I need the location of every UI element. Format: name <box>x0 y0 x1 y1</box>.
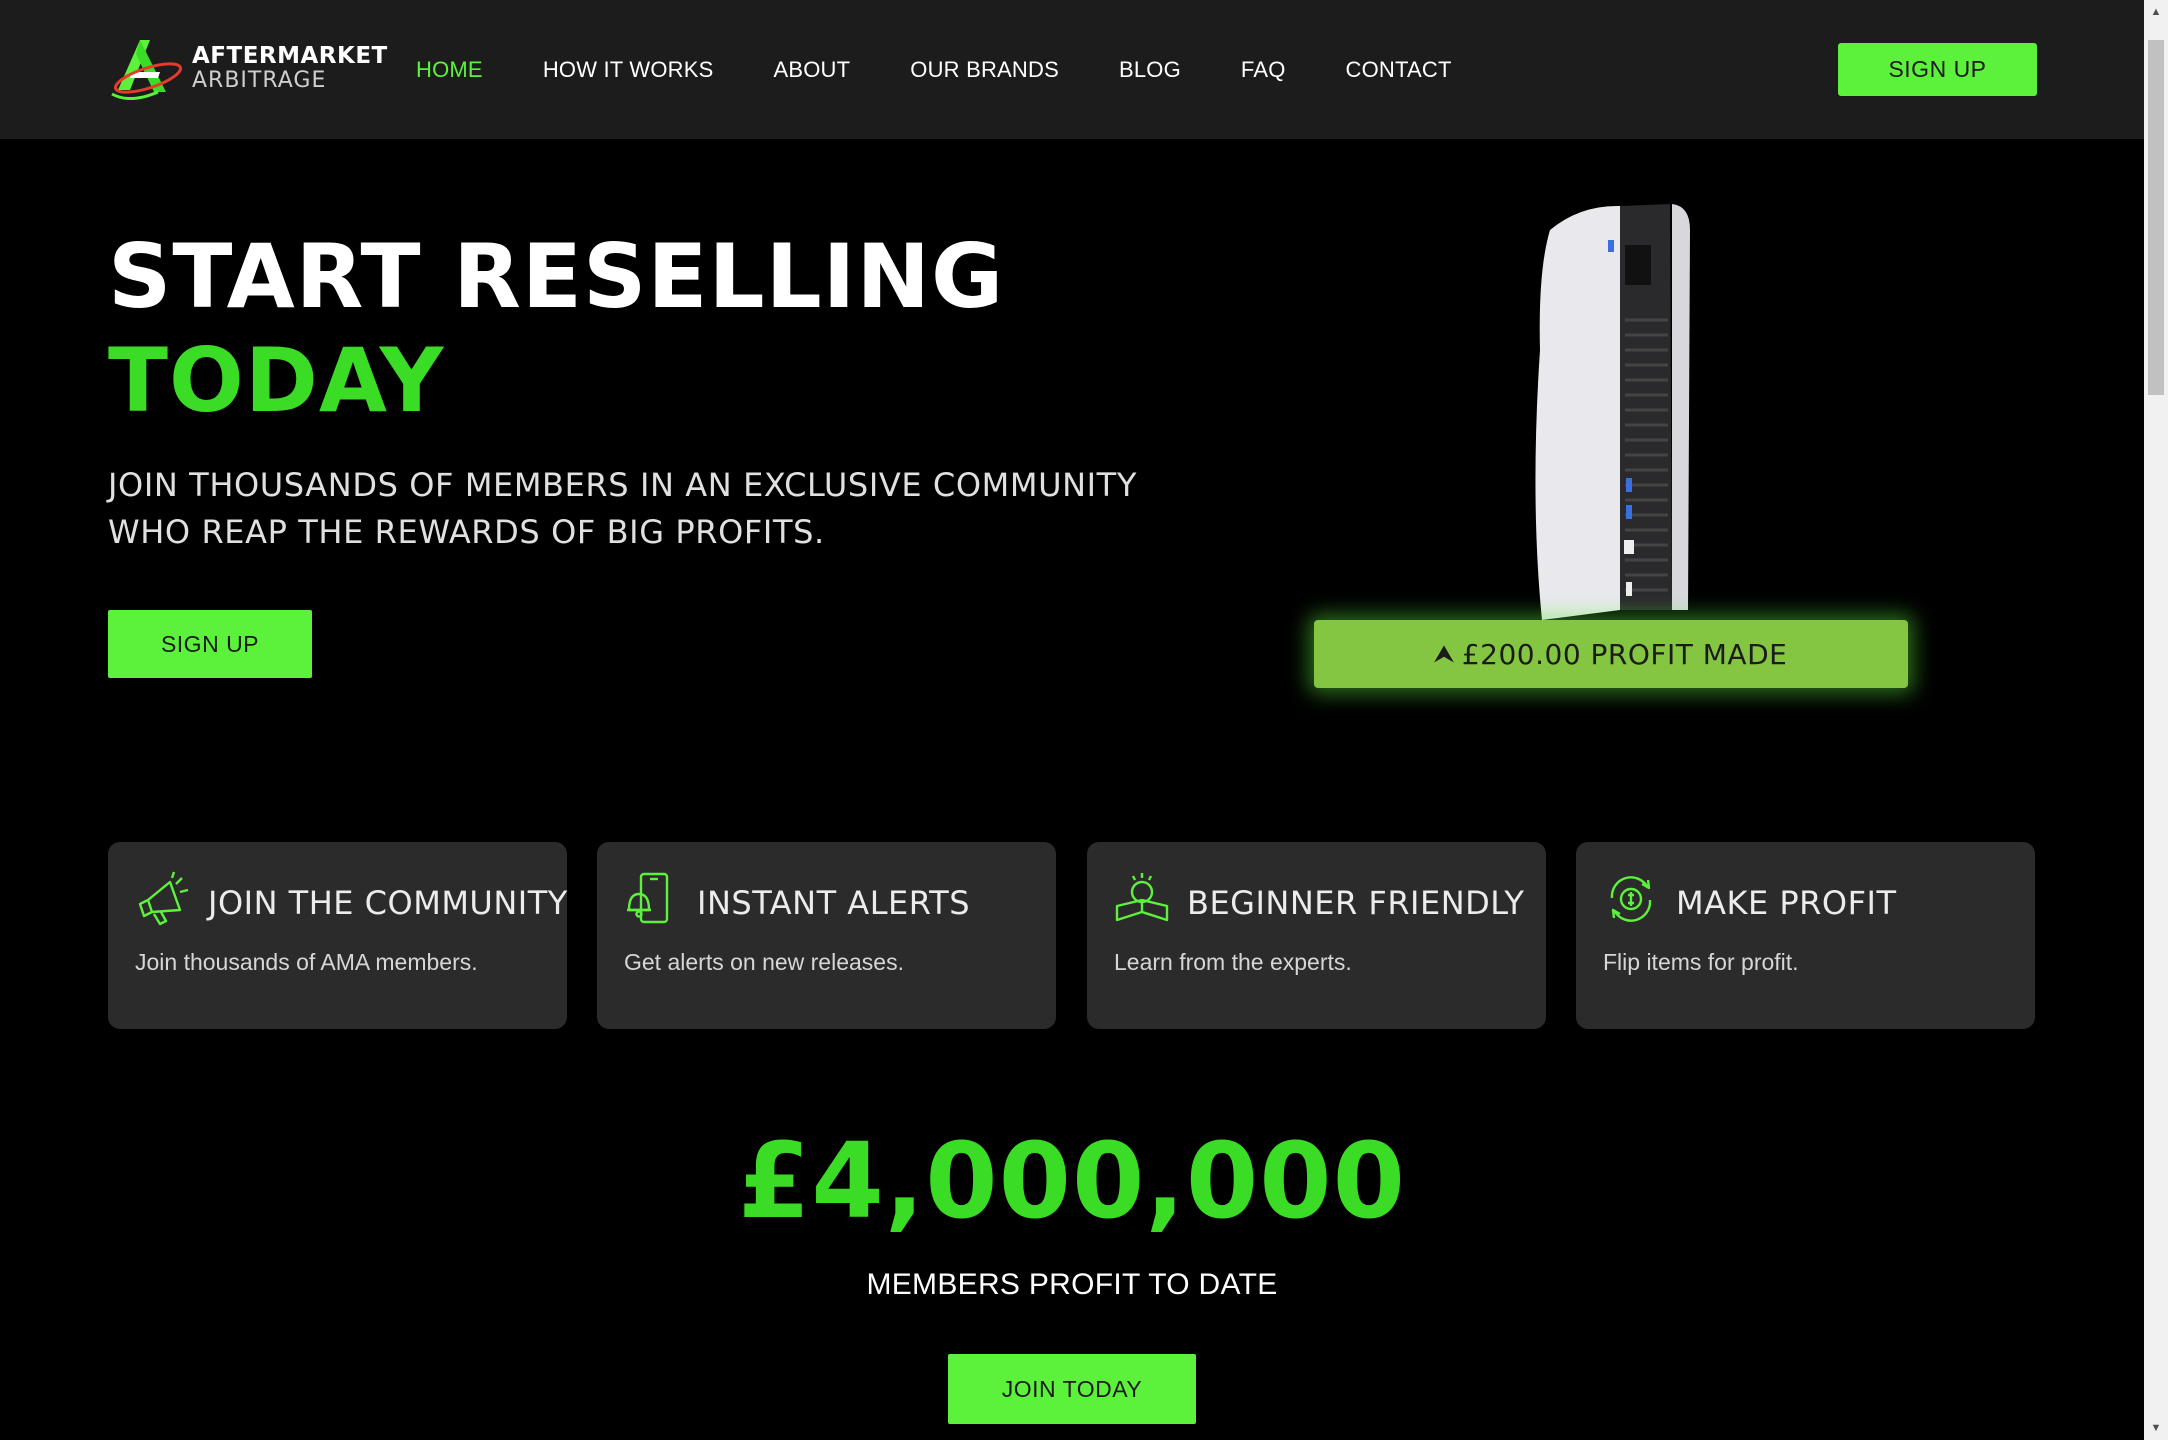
feature-desc: Flip items for profit. <box>1603 949 1799 975</box>
profit-made-badge: ⮝ £200.00 PROFIT MADE <box>1314 620 1908 688</box>
phone-bell-icon <box>627 872 669 924</box>
vertical-scrollbar[interactable]: ▲ ▼ <box>2144 0 2168 1440</box>
nav-home[interactable]: HOME <box>416 57 483 83</box>
feature-title: BEGINNER FRIENDLY <box>1187 884 1525 922</box>
header-signup-button[interactable]: SIGN UP <box>1838 43 2037 96</box>
feature-card-profit: MAKE PROFIT Flip items for profit. <box>1576 842 2035 1029</box>
profit-total-label: MEMBERS PROFIT TO DATE <box>866 1268 1278 1301</box>
feature-card-alerts: INSTANT ALERTS Get alerts on new release… <box>597 842 1056 1029</box>
nav-about[interactable]: ABOUT <box>773 57 850 83</box>
scroll-down-icon[interactable]: ▼ <box>2144 1416 2168 1440</box>
nav-contact[interactable]: CONTACT <box>1346 57 1452 83</box>
logo-line1: AFTERMARKET <box>192 42 388 69</box>
profit-made-text: £200.00 PROFIT MADE <box>1461 637 1788 671</box>
site-header: AFTERMARKET ARBITRAGE HOME HOW IT WORKS … <box>0 0 2144 139</box>
logo-text: AFTERMARKET ARBITRAGE <box>192 42 388 93</box>
page: AFTERMARKET ARBITRAGE HOME HOW IT WORKS … <box>0 0 2144 1440</box>
feature-desc: Join thousands of AMA members. <box>135 949 478 975</box>
reading-person-icon <box>1115 873 1169 922</box>
feature-title: INSTANT ALERTS <box>697 884 970 922</box>
nav-faq[interactable]: FAQ <box>1241 57 1286 83</box>
feature-desc: Learn from the experts. <box>1114 949 1352 975</box>
scroll-up-icon[interactable]: ▲ <box>2144 0 2168 24</box>
double-chevron-up-icon: ⮝ <box>1434 641 1454 667</box>
feature-desc: Get alerts on new releases. <box>624 949 904 975</box>
hero-title: START RESELLING TODAY <box>108 225 1004 433</box>
feature-title: MAKE PROFIT <box>1676 884 1897 922</box>
logo[interactable]: AFTERMARKET ARBITRAGE <box>110 30 387 106</box>
scrollbar-thumb[interactable] <box>2148 40 2164 395</box>
hero-signup-button[interactable]: SIGN UP <box>108 610 312 678</box>
nav-how-it-works[interactable]: HOW IT WORKS <box>543 57 714 83</box>
logo-line2: ARBITRAGE <box>192 67 327 93</box>
coin-cycle-icon <box>1610 876 1652 922</box>
nav-our-brands[interactable]: OUR BRANDS <box>910 57 1059 83</box>
profit-total-value: £4,000,000 <box>738 1120 1406 1242</box>
nav-blog[interactable]: BLOG <box>1119 57 1181 83</box>
feature-card-beginner: BEGINNER FRIENDLY Learn from the experts… <box>1087 842 1546 1029</box>
hero-subtitle: JOIN THOUSANDS OF MEMBERS IN AN EXCLUSIV… <box>108 466 1137 551</box>
hero-title-line2: TODAY <box>108 329 445 432</box>
feature-title: JOIN THE COMMUNITY <box>208 884 568 922</box>
join-today-button[interactable]: JOIN TODAY <box>948 1354 1196 1424</box>
hero-title-line1: START RESELLING <box>108 225 1005 328</box>
game-console-image <box>1535 204 1690 620</box>
feature-card-community: JOIN THE COMMUNITY Join thousands of AMA… <box>108 842 567 1029</box>
megaphone-icon <box>138 871 189 926</box>
main-nav: HOME HOW IT WORKS ABOUT OUR BRANDS BLOG … <box>416 0 1512 139</box>
logo-mark-icon <box>111 40 182 100</box>
